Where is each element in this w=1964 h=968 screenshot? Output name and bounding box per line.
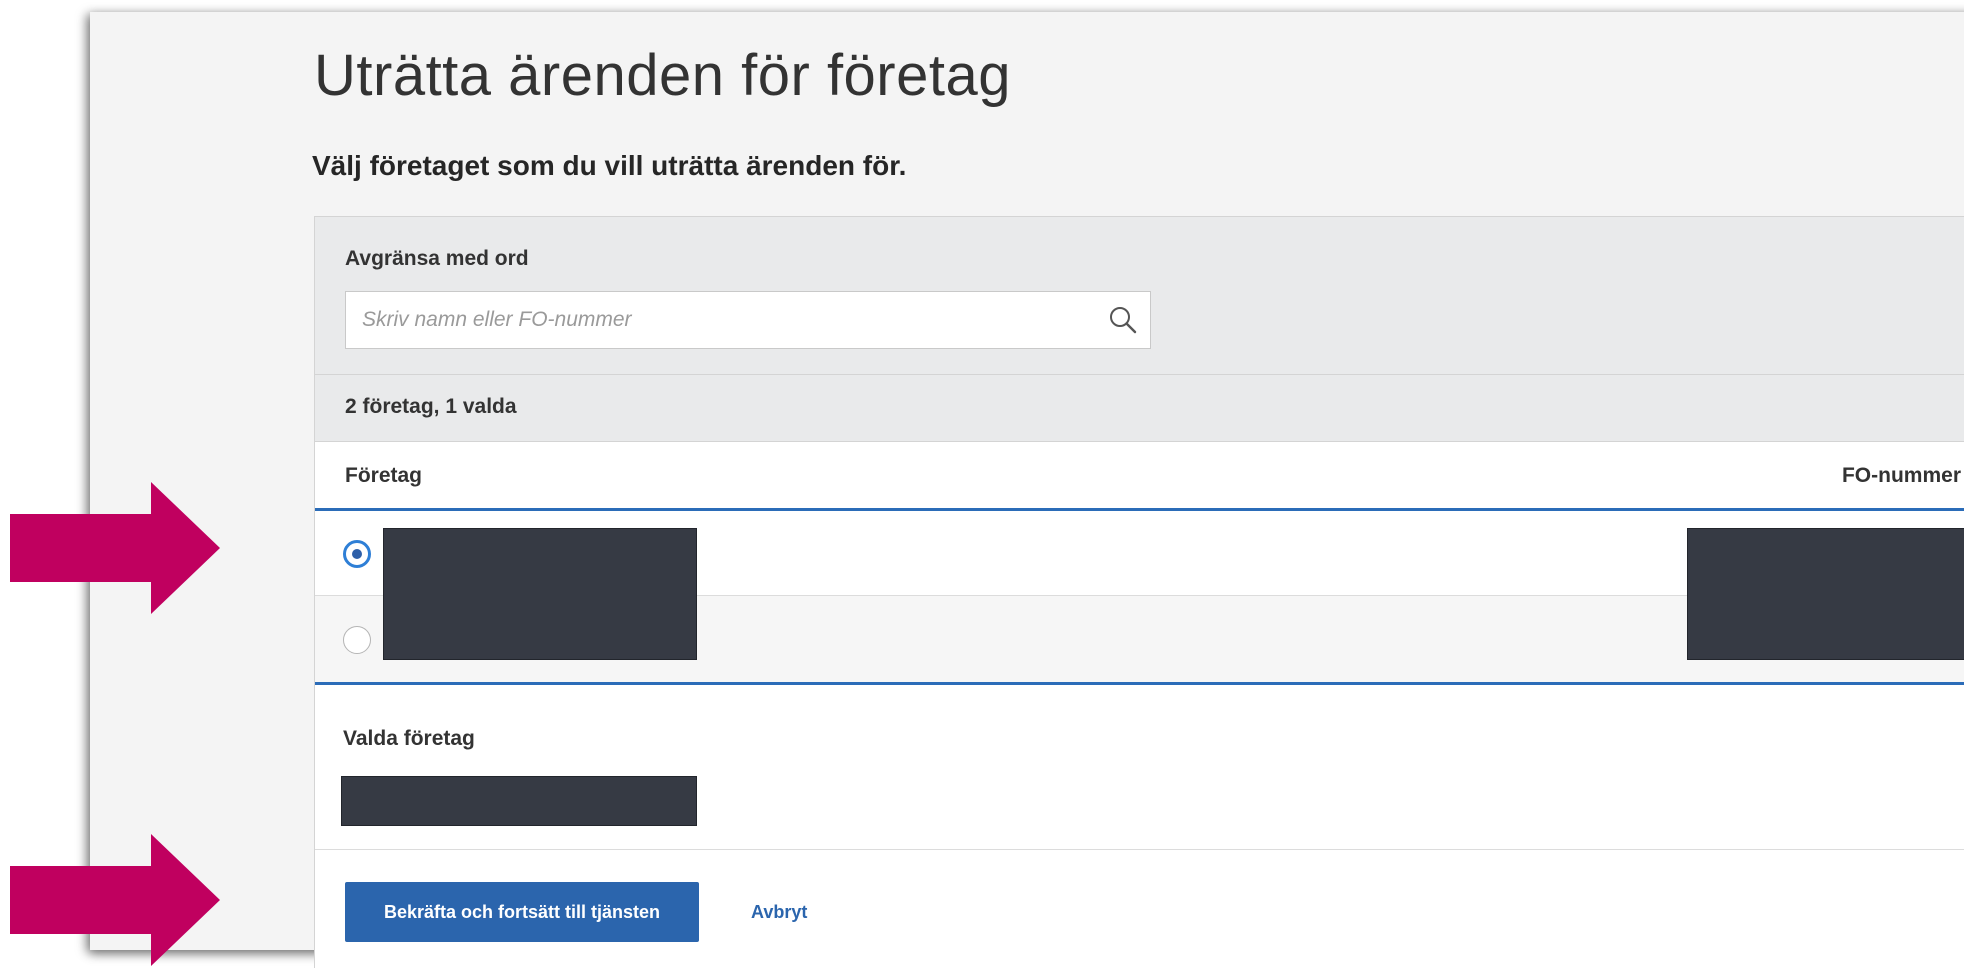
filter-label: Avgränsa med ord	[345, 247, 529, 270]
page-title: Uträtta ärenden för företag	[314, 43, 1012, 108]
redacted-company-names	[383, 528, 697, 660]
redacted-fo-numbers	[1687, 528, 1964, 660]
annotation-arrow-right-icon	[10, 482, 220, 614]
search-icon[interactable]	[1108, 305, 1138, 335]
app-window: Uträtta ärenden för företag Välj företag…	[90, 12, 1964, 968]
table-header: Företag FO-nummer	[315, 442, 1964, 511]
annotation-arrow-right-icon	[10, 834, 220, 966]
selected-companies-section: Valda företag	[315, 685, 1964, 850]
confirm-button[interactable]: Bekräfta och fortsätt till tjänsten	[345, 882, 699, 942]
company-radio-unselected[interactable]	[343, 626, 371, 654]
filter-section: Avgränsa med ord	[315, 217, 1964, 375]
page-subtitle: Välj företaget som du vill uträtta ärend…	[312, 150, 907, 181]
search-box	[345, 291, 1151, 349]
cancel-link[interactable]: Avbryt	[751, 902, 807, 923]
redacted-selected-company	[341, 776, 697, 826]
action-bar: Bekräfta och fortsätt till tjänsten Avbr…	[315, 850, 1964, 968]
result-count: 2 företag, 1 valda	[345, 395, 517, 418]
result-summary-bar: 2 företag, 1 valda	[315, 375, 1964, 442]
column-header-fo-number: FO-nummer	[1841, 464, 1961, 487]
company-selection-panel: Avgränsa med ord 2 företag, 1 valda Före…	[314, 216, 1964, 968]
company-radio-selected[interactable]	[343, 540, 371, 568]
selected-companies-label: Valda företag	[343, 727, 475, 750]
screenshot-stage: Uträtta ärenden för företag Välj företag…	[0, 0, 1964, 968]
search-input[interactable]	[346, 292, 1102, 348]
column-header-company: Företag	[345, 464, 423, 487]
